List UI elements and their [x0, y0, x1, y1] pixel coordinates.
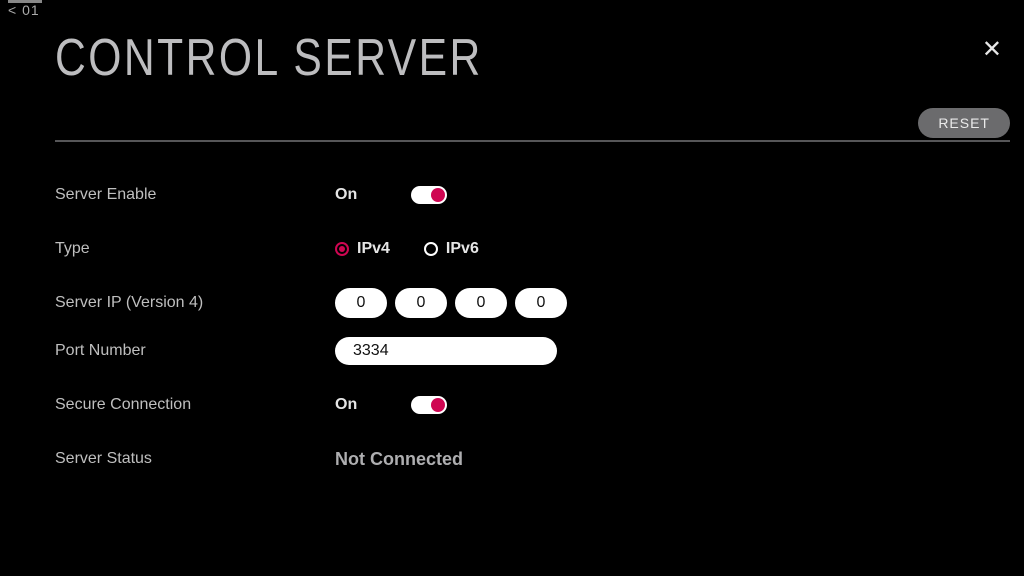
status-value: Not Connected: [335, 449, 463, 470]
radio-ipv6[interactable]: IPv6: [424, 240, 479, 258]
header: < 01 CONTROL SERVER ✕: [0, 0, 1024, 100]
radio-ipv6-label: IPv6: [446, 240, 479, 258]
ip-octet-4[interactable]: [515, 288, 567, 318]
port-input[interactable]: [335, 337, 557, 365]
secure-toggle[interactable]: [411, 396, 447, 414]
ip-octet-1[interactable]: [335, 288, 387, 318]
row-type: Type IPv4 IPv6: [55, 234, 969, 264]
row-server-enable: Server Enable On: [55, 180, 969, 210]
row-server-ip: Server IP (Version 4): [55, 288, 969, 318]
label-server-ip: Server IP (Version 4): [55, 294, 335, 312]
page-title: CONTROL SERVER: [55, 28, 483, 88]
label-server-enable: Server Enable: [55, 186, 335, 204]
radio-ipv4[interactable]: IPv4: [335, 240, 390, 258]
toggle-knob-icon: [431, 188, 445, 202]
radio-ipv4-label: IPv4: [357, 240, 390, 258]
row-status: Server Status Not Connected: [55, 444, 969, 474]
close-icon[interactable]: ✕: [982, 38, 1002, 62]
ip-octet-3[interactable]: [455, 288, 507, 318]
settings-form: Server Enable On Type IPv4 IPv6 Server I…: [55, 180, 969, 498]
server-enable-state: On: [335, 186, 397, 204]
back-button[interactable]: < 01: [8, 2, 40, 18]
server-enable-toggle[interactable]: [411, 186, 447, 204]
label-status: Server Status: [55, 450, 335, 468]
ip-octet-2[interactable]: [395, 288, 447, 318]
radio-dot-icon: [424, 242, 438, 256]
row-port: Port Number: [55, 336, 969, 366]
label-type: Type: [55, 240, 335, 258]
label-secure: Secure Connection: [55, 396, 335, 414]
secure-state: On: [335, 396, 397, 414]
row-secure: Secure Connection On: [55, 390, 969, 420]
label-port: Port Number: [55, 342, 335, 360]
radio-dot-icon: [335, 242, 349, 256]
reset-button[interactable]: RESET: [918, 108, 1010, 138]
toggle-knob-icon: [431, 398, 445, 412]
divider: [55, 140, 1010, 142]
